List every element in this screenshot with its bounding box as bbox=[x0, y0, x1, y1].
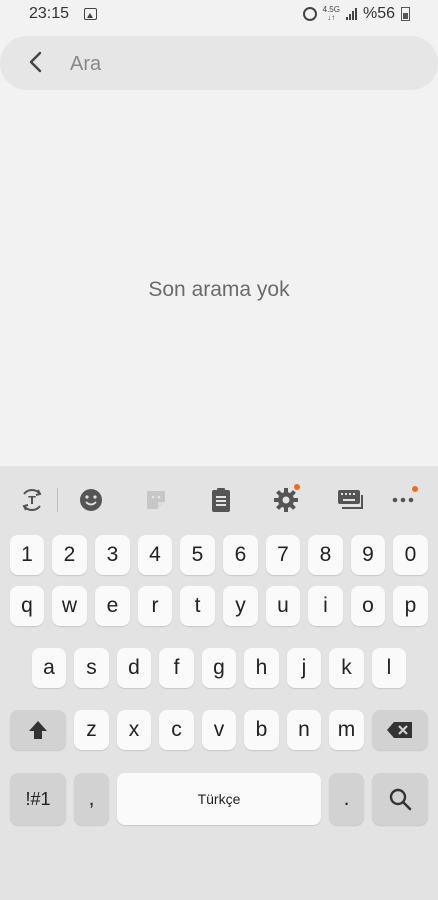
period-key[interactable]: . bbox=[329, 773, 364, 825]
emoji-icon[interactable] bbox=[77, 486, 105, 514]
key-z[interactable]: z bbox=[74, 710, 109, 750]
key-x[interactable]: x bbox=[117, 710, 151, 750]
key-5[interactable]: 5 bbox=[180, 535, 215, 575]
backspace-key[interactable] bbox=[372, 710, 428, 750]
key-o[interactable]: o bbox=[351, 586, 385, 626]
key-r[interactable]: r bbox=[138, 586, 172, 626]
key-w[interactable]: w bbox=[52, 586, 87, 626]
key-9[interactable]: 9 bbox=[351, 535, 385, 575]
key-b[interactable]: b bbox=[244, 710, 279, 750]
key-d[interactable]: d bbox=[117, 648, 151, 688]
status-icons: 4.5G ↓↑ %56 bbox=[302, 5, 410, 23]
alarm-icon bbox=[302, 7, 317, 21]
key-f[interactable]: f bbox=[159, 648, 194, 688]
notification-dot bbox=[412, 486, 418, 492]
key-4[interactable]: 4 bbox=[138, 535, 172, 575]
key-p[interactable]: p bbox=[393, 586, 428, 626]
key-i[interactable]: i bbox=[308, 586, 343, 626]
key-c[interactable]: c bbox=[159, 710, 194, 750]
empty-state-text: Son arama yok bbox=[148, 278, 290, 301]
symbols-key[interactable]: !#1 bbox=[10, 773, 66, 825]
key-l[interactable]: l bbox=[372, 648, 406, 688]
clipboard-icon[interactable] bbox=[207, 486, 235, 514]
key-v[interactable]: v bbox=[202, 710, 236, 750]
key-6[interactable]: 6 bbox=[223, 535, 258, 575]
key-h[interactable]: h bbox=[244, 648, 279, 688]
key-t[interactable]: t bbox=[180, 586, 215, 626]
shift-arrow-icon bbox=[29, 721, 47, 739]
key-g[interactable]: g bbox=[202, 648, 236, 688]
text-translate-icon[interactable]: T bbox=[18, 486, 46, 514]
key-n[interactable]: n bbox=[287, 710, 321, 750]
network-label: 4.5G bbox=[322, 5, 340, 14]
search-input[interactable] bbox=[68, 48, 402, 80]
sticker-icon[interactable] bbox=[142, 486, 170, 514]
keyboard-mode-icon[interactable] bbox=[337, 486, 365, 514]
key-2[interactable]: 2 bbox=[52, 535, 87, 575]
keyboard-toolbar: T bbox=[0, 466, 438, 534]
battery-icon bbox=[401, 7, 410, 21]
key-q[interactable]: q bbox=[10, 586, 44, 626]
key-a[interactable]: a bbox=[32, 648, 66, 688]
toolbar-divider bbox=[57, 488, 58, 512]
battery-percent: %56 bbox=[362, 5, 395, 22]
keyboard: T 1 2 3 4 5 6 7 8 9 0 q w e r t y u i o … bbox=[0, 466, 438, 900]
signal-icon bbox=[345, 8, 357, 20]
key-u[interactable]: u bbox=[266, 586, 300, 626]
key-e[interactable]: e bbox=[95, 586, 130, 626]
search-key[interactable] bbox=[372, 773, 428, 825]
key-3[interactable]: 3 bbox=[95, 535, 130, 575]
status-bar: 23:15 4.5G ↓↑ %56 bbox=[0, 0, 438, 30]
more-options-icon[interactable] bbox=[390, 486, 418, 514]
key-k[interactable]: k bbox=[329, 648, 364, 688]
svg-text:T: T bbox=[28, 494, 36, 507]
notification-dot bbox=[294, 484, 300, 490]
network-type: 4.5G ↓↑ bbox=[322, 5, 340, 22]
key-8[interactable]: 8 bbox=[308, 535, 343, 575]
comma-key[interactable]: , bbox=[74, 773, 109, 825]
search-bar bbox=[0, 36, 438, 90]
space-key[interactable]: Türkçe bbox=[117, 773, 321, 825]
backspace-icon bbox=[387, 722, 412, 738]
gallery-icon bbox=[84, 8, 97, 20]
key-7[interactable]: 7 bbox=[266, 535, 300, 575]
key-1[interactable]: 1 bbox=[10, 535, 44, 575]
key-y[interactable]: y bbox=[223, 586, 258, 626]
status-time: 23:15 bbox=[29, 5, 70, 22]
shift-key[interactable] bbox=[10, 710, 66, 750]
search-icon bbox=[389, 788, 412, 811]
key-s[interactable]: s bbox=[74, 648, 109, 688]
back-arrow-icon[interactable] bbox=[26, 50, 46, 74]
key-j[interactable]: j bbox=[287, 648, 321, 688]
key-m[interactable]: m bbox=[329, 710, 364, 750]
settings-gear-icon[interactable] bbox=[272, 484, 300, 514]
key-0[interactable]: 0 bbox=[393, 535, 428, 575]
